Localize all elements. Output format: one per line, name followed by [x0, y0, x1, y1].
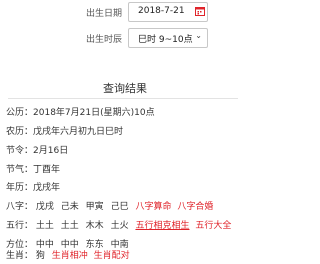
birth-date-input[interactable]: 2018-7-21 — [128, 2, 208, 22]
bazi-marriage-link[interactable]: 八字合婚 — [177, 199, 213, 212]
result-title: 查询结果 — [103, 82, 147, 95]
birth-time-select[interactable]: 巳时 9~10点 ⌄ — [128, 28, 208, 48]
birth-date-row: 出生日期 2018-7-21 — [0, 2, 250, 22]
nianli-value: 戊戌年 — [33, 183, 61, 193]
bazi-fortune-link[interactable]: 八字算命 — [135, 199, 171, 212]
shengxiao-clash-link[interactable]: 生肖相冲 — [52, 248, 88, 261]
result-row-shengxiao: 生肖： 狗 生肖相冲 生肖配对 — [6, 248, 133, 264]
wuxing-cell: 土土 — [60, 221, 79, 231]
calendar-icon[interactable] — [195, 6, 205, 16]
bazi-label: 八字： — [6, 202, 34, 212]
wuxing-label: 五行： — [6, 221, 34, 231]
jieqi-value: 丁酉年 — [33, 165, 61, 175]
nongli-label: 农历： — [6, 127, 34, 137]
result-row-jieqi: 节气：丁酉年 — [6, 162, 60, 178]
result-row-wuxing: 五行： 土土 土土 木木 土火 五行相克相生 五行大全 — [6, 218, 234, 234]
nianli-label: 年历： — [6, 183, 34, 193]
bazi-cell: 己巳 — [110, 202, 129, 212]
gongli-label: 公历： — [6, 108, 34, 118]
birth-date-label: 出生日期 — [86, 9, 123, 19]
shengxiao-label: 生肖： — [6, 251, 34, 261]
jieqi-label: 节气： — [6, 165, 34, 175]
result-row-gongli: 公历：2018年7月21日(星期六)10点 — [6, 105, 155, 121]
chevron-down-icon[interactable]: ⌄ — [195, 31, 202, 40]
shengxiao-match-link[interactable]: 生肖配对 — [94, 248, 130, 261]
jieling-label: 节令： — [6, 146, 34, 156]
wuxing-cell: 木木 — [85, 221, 104, 231]
result-row-nongli: 农历：戊戌年六月初九日巳时 — [6, 124, 123, 140]
wuxing-relation-link[interactable]: 五行相克相生 — [135, 218, 189, 231]
wuxing-cell: 土火 — [110, 221, 129, 231]
divider — [8, 98, 238, 99]
jieling-value: 2月16日 — [33, 146, 69, 156]
result-row-jieling: 节令：2月16日 — [6, 143, 68, 159]
bazi-cell: 戊戌 — [35, 202, 54, 212]
wuxing-encyclopedia-link[interactable]: 五行大全 — [195, 218, 231, 231]
wuxing-cell: 土土 — [35, 221, 54, 231]
birth-time-value: 巳时 9~10点 — [138, 35, 193, 45]
result-row-bazi: 八字： 戊戌 己未 甲寅 己巳 八字算命 八字合婚 — [6, 199, 216, 215]
birth-time-label: 出生时辰 — [86, 35, 123, 45]
gongli-value: 2018年7月21日(星期六)10点 — [33, 108, 155, 118]
result-row-nianli: 年历：戊戌年 — [6, 180, 60, 196]
nongli-value: 戊戌年六月初九日巳时 — [33, 127, 124, 137]
bazi-cell: 甲寅 — [85, 202, 104, 212]
bazi-cell: 己未 — [60, 202, 79, 212]
birth-date-value: 2018-7-21 — [138, 6, 185, 16]
birth-time-row: 出生时辰 巳时 9~10点 ⌄ — [0, 28, 250, 48]
shengxiao-cell: 狗 — [35, 251, 45, 261]
